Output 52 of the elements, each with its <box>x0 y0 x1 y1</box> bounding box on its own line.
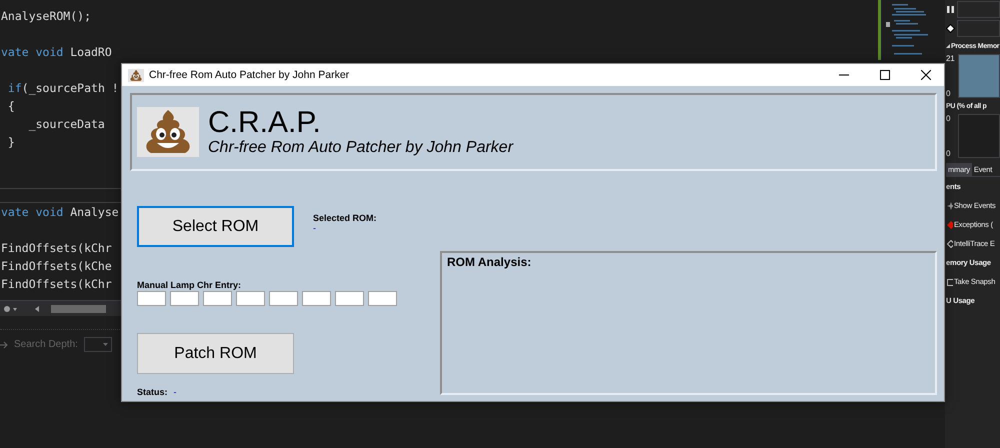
pause-icon[interactable] <box>946 5 955 14</box>
app-icon <box>128 68 144 82</box>
input-field[interactable] <box>137 291 166 306</box>
chart-frame <box>957 20 1000 37</box>
input-field[interactable] <box>236 291 265 306</box>
status-label: Status: <box>137 387 168 397</box>
search-depth-dropdown[interactable] <box>84 337 112 352</box>
close-icon <box>921 70 931 80</box>
code-line: { <box>6 98 15 115</box>
lamp-entry-label: Manual Lamp Chr Entry: <box>137 280 242 290</box>
code-line: _sourceData <box>28 116 105 133</box>
code-line: vate void Analyse <box>0 204 119 221</box>
caret-icon <box>102 342 108 346</box>
code-line: vate void LoadRO <box>0 44 112 61</box>
input-field[interactable] <box>170 291 199 306</box>
code-line: } <box>6 134 15 151</box>
chart-frame <box>957 1 1000 18</box>
axis-label: 21 <box>946 54 955 63</box>
expand-icon[interactable] <box>946 44 950 48</box>
poop-emoji-icon <box>137 107 199 157</box>
app-title: C.R.A.P. <box>208 107 322 139</box>
axis-label: 0 <box>946 89 952 98</box>
axis-label: 0 <box>946 149 952 158</box>
scrollbar-thumb[interactable] <box>51 304 106 312</box>
selected-rom-label: Selected ROM: <box>313 213 377 223</box>
diamond-icon[interactable] <box>946 24 955 33</box>
code-line: if(_sourcePath ! <box>6 80 119 97</box>
dropdown-icon[interactable] <box>3 304 19 314</box>
memory-chart <box>958 54 1000 98</box>
search-depth-label: Search Depth: <box>14 339 78 350</box>
code-line: FindOffsets(kChr <box>0 240 112 257</box>
input-field[interactable] <box>203 291 232 306</box>
app-subtitle: Chr-free Rom Auto Patcher by John Parker <box>208 139 514 157</box>
arrow-icon <box>0 340 8 348</box>
patch-rom-button[interactable]: Patch ROM <box>137 333 294 374</box>
select-rom-button[interactable]: Select ROM <box>137 206 294 247</box>
input-field[interactable] <box>335 291 364 306</box>
window-title: Chr-free Rom Auto Patcher by John Parker <box>149 69 350 81</box>
code-line: FindOffsets(kChe <box>0 258 112 275</box>
diamond-icon <box>947 220 953 228</box>
code-line: AnalyseROM(); <box>0 8 92 25</box>
input-field[interactable] <box>368 291 397 306</box>
axis-label: 0 <box>946 114 952 123</box>
selected-rom-value: - <box>313 223 316 233</box>
status-value: - <box>174 387 177 397</box>
input-field[interactable] <box>269 291 298 306</box>
diamond-icon <box>947 240 953 248</box>
analysis-title: ROM Analysis: <box>447 255 532 269</box>
code-line: FindOffsets(kChr <box>0 276 112 293</box>
input-field[interactable] <box>302 291 331 306</box>
maximize-icon <box>880 70 890 80</box>
star-icon <box>947 202 953 210</box>
